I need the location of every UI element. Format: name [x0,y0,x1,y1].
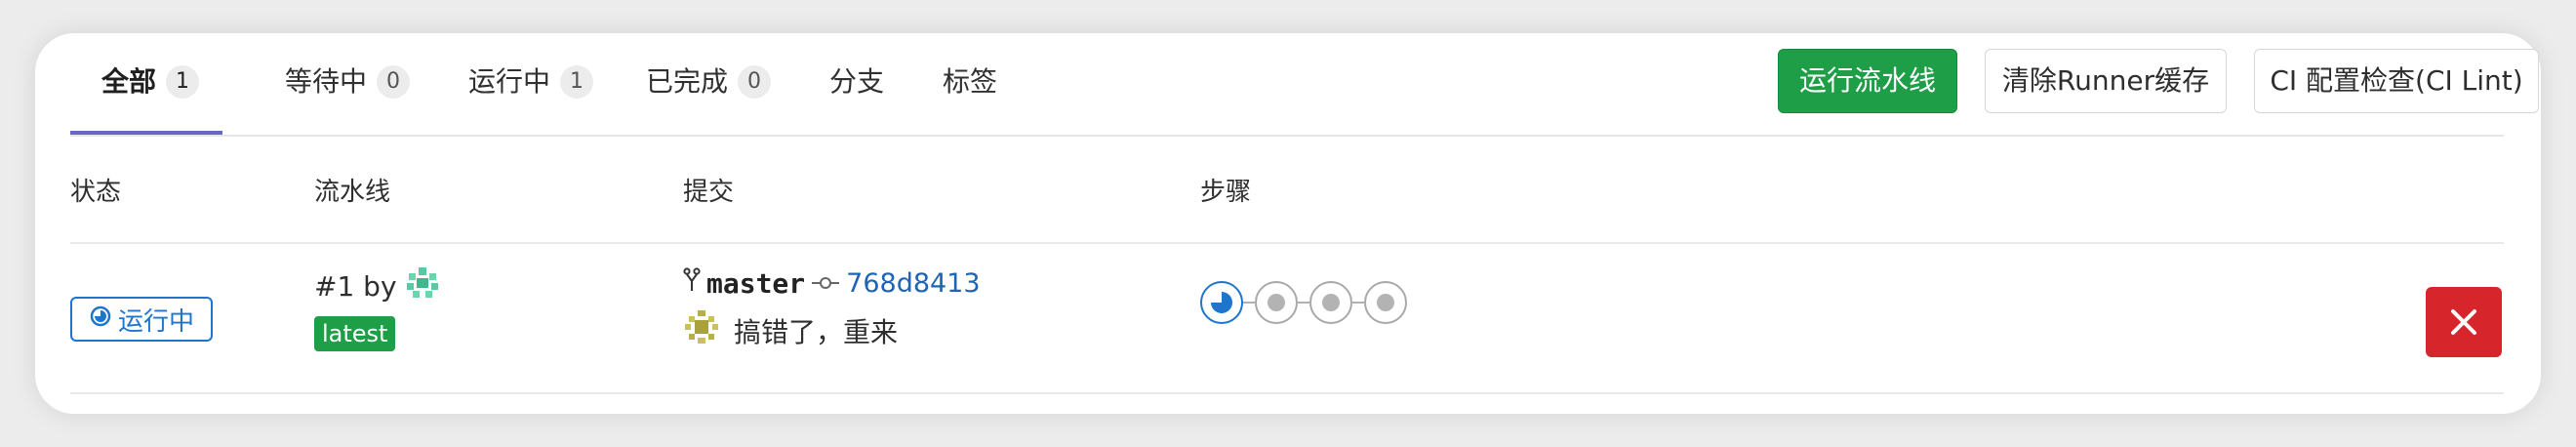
tab-count-badge: 1 [166,65,200,99]
stage-pending[interactable] [1255,281,1298,324]
column-header-status: 状态 [70,178,122,207]
ci-lint-button[interactable]: CI 配置检查(CI Lint) [2254,49,2539,113]
running-stage-icon [1209,290,1234,315]
pending-stage-icon [1322,294,1340,311]
tab-label: 分支 [829,65,885,98]
stage-pending[interactable] [1309,281,1352,324]
pipeline-stages [1200,281,1407,324]
tab-count-badge: 0 [738,65,772,99]
pipeline-tabs: 全部 1 等待中 0 运行中 1 已完成 0 分支 标签 运行流水线 清除Run… [70,33,2539,137]
table-header: 状态 流水线 提交 步骤 [70,137,2504,244]
pending-stage-icon [1377,294,1394,311]
active-tab-indicator [70,131,222,135]
stage-pending[interactable] [1364,281,1407,324]
tab-running[interactable]: 运行中 1 [468,62,594,102]
pipeline-id-link[interactable]: #1 by [314,270,397,303]
clear-runner-cache-button[interactable]: 清除Runner缓存 [1985,49,2227,113]
status-label: 运行中 [117,306,194,337]
pending-stage-icon [1268,294,1285,311]
tab-tags[interactable]: 标签 [943,62,997,102]
commit-icon [811,267,840,300]
pipeline-id: #1 by [314,265,440,307]
column-header-pipeline: 流水线 [314,178,391,207]
run-pipeline-button[interactable]: 运行流水线 [1778,49,1957,113]
column-header-commit: 提交 [683,178,735,207]
commit-title[interactable]: 搞错了，重来 [734,311,898,350]
stage-running[interactable] [1200,281,1243,324]
tab-label: 已完成 [646,65,729,98]
tab-label: 全部 [101,65,157,98]
status-running-icon [89,305,112,335]
tab-count-badge: 0 [377,65,411,99]
tab-label: 等待中 [285,65,368,98]
column-header-stages: 步骤 [1200,178,1252,207]
table-row: 运行中 #1 by latest master 768d8413 搞错了，重来 [70,244,2504,394]
tab-branches[interactable]: 分支 [829,62,884,102]
cancel-pipeline-button[interactable] [2426,287,2502,357]
tab-pending[interactable]: 等待中 0 [285,62,411,102]
stage-connector [1298,302,1309,304]
branch-name[interactable]: master [706,267,805,300]
author-avatar[interactable] [683,308,720,352]
tab-label: 标签 [943,65,998,98]
close-icon [2451,309,2476,335]
status-badge[interactable]: 运行中 [70,297,213,342]
tab-label: 运行中 [468,65,551,98]
stage-connector [1243,302,1255,304]
branch-icon [683,267,701,300]
latest-badge: latest [314,316,396,351]
commit-message: 搞错了，重来 [683,308,898,352]
tab-all[interactable]: 全部 1 [101,62,200,102]
avatar[interactable] [405,265,440,307]
stage-connector [1352,302,1364,304]
pipelines-panel: 全部 1 等待中 0 运行中 1 已完成 0 分支 标签 运行流水线 清除Run… [35,33,2541,414]
commit-sha-link[interactable]: 768d8413 [846,268,980,299]
tab-count-badge: 1 [560,65,594,99]
commit-ref: master 768d8413 [683,267,981,300]
tab-finished[interactable]: 已完成 0 [646,62,772,102]
